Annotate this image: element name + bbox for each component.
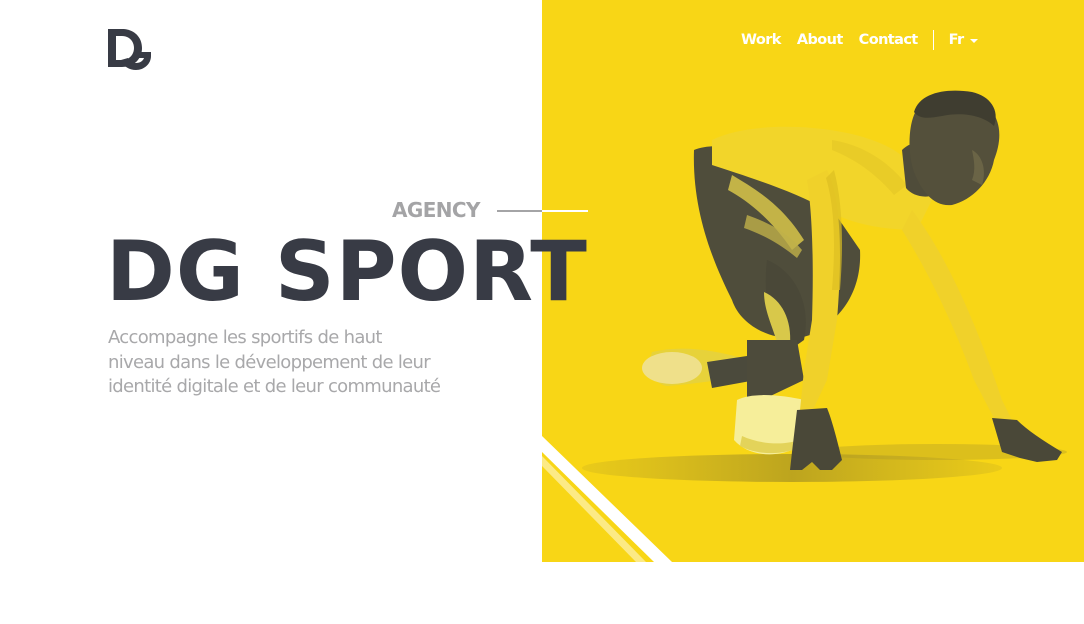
landing-page: Work About Contact Fr AGENCY DG SPORT Ac… <box>0 0 1084 624</box>
nav-item-contact[interactable]: Contact <box>859 32 919 48</box>
hero-eyebrow: AGENCY <box>392 198 480 222</box>
language-selector[interactable]: Fr <box>949 32 978 48</box>
hero-subtitle: Accompagne les sportifs de haut niveau d… <box>108 327 441 397</box>
dg-logo-icon[interactable] <box>108 29 154 71</box>
nav-item-work[interactable]: Work <box>741 32 781 48</box>
hero-title: DG SPORT <box>106 223 588 320</box>
sprinter-image <box>542 90 1067 562</box>
chevron-down-icon <box>969 38 978 43</box>
eyebrow-rule-overlay <box>542 210 588 212</box>
main-nav: Work About Contact Fr <box>741 30 978 50</box>
nav-item-about[interactable]: About <box>797 32 843 48</box>
language-label: Fr <box>948 32 965 48</box>
hero-image-panel <box>542 0 1084 562</box>
nav-divider <box>932 30 934 50</box>
eyebrow-rule <box>497 210 542 212</box>
